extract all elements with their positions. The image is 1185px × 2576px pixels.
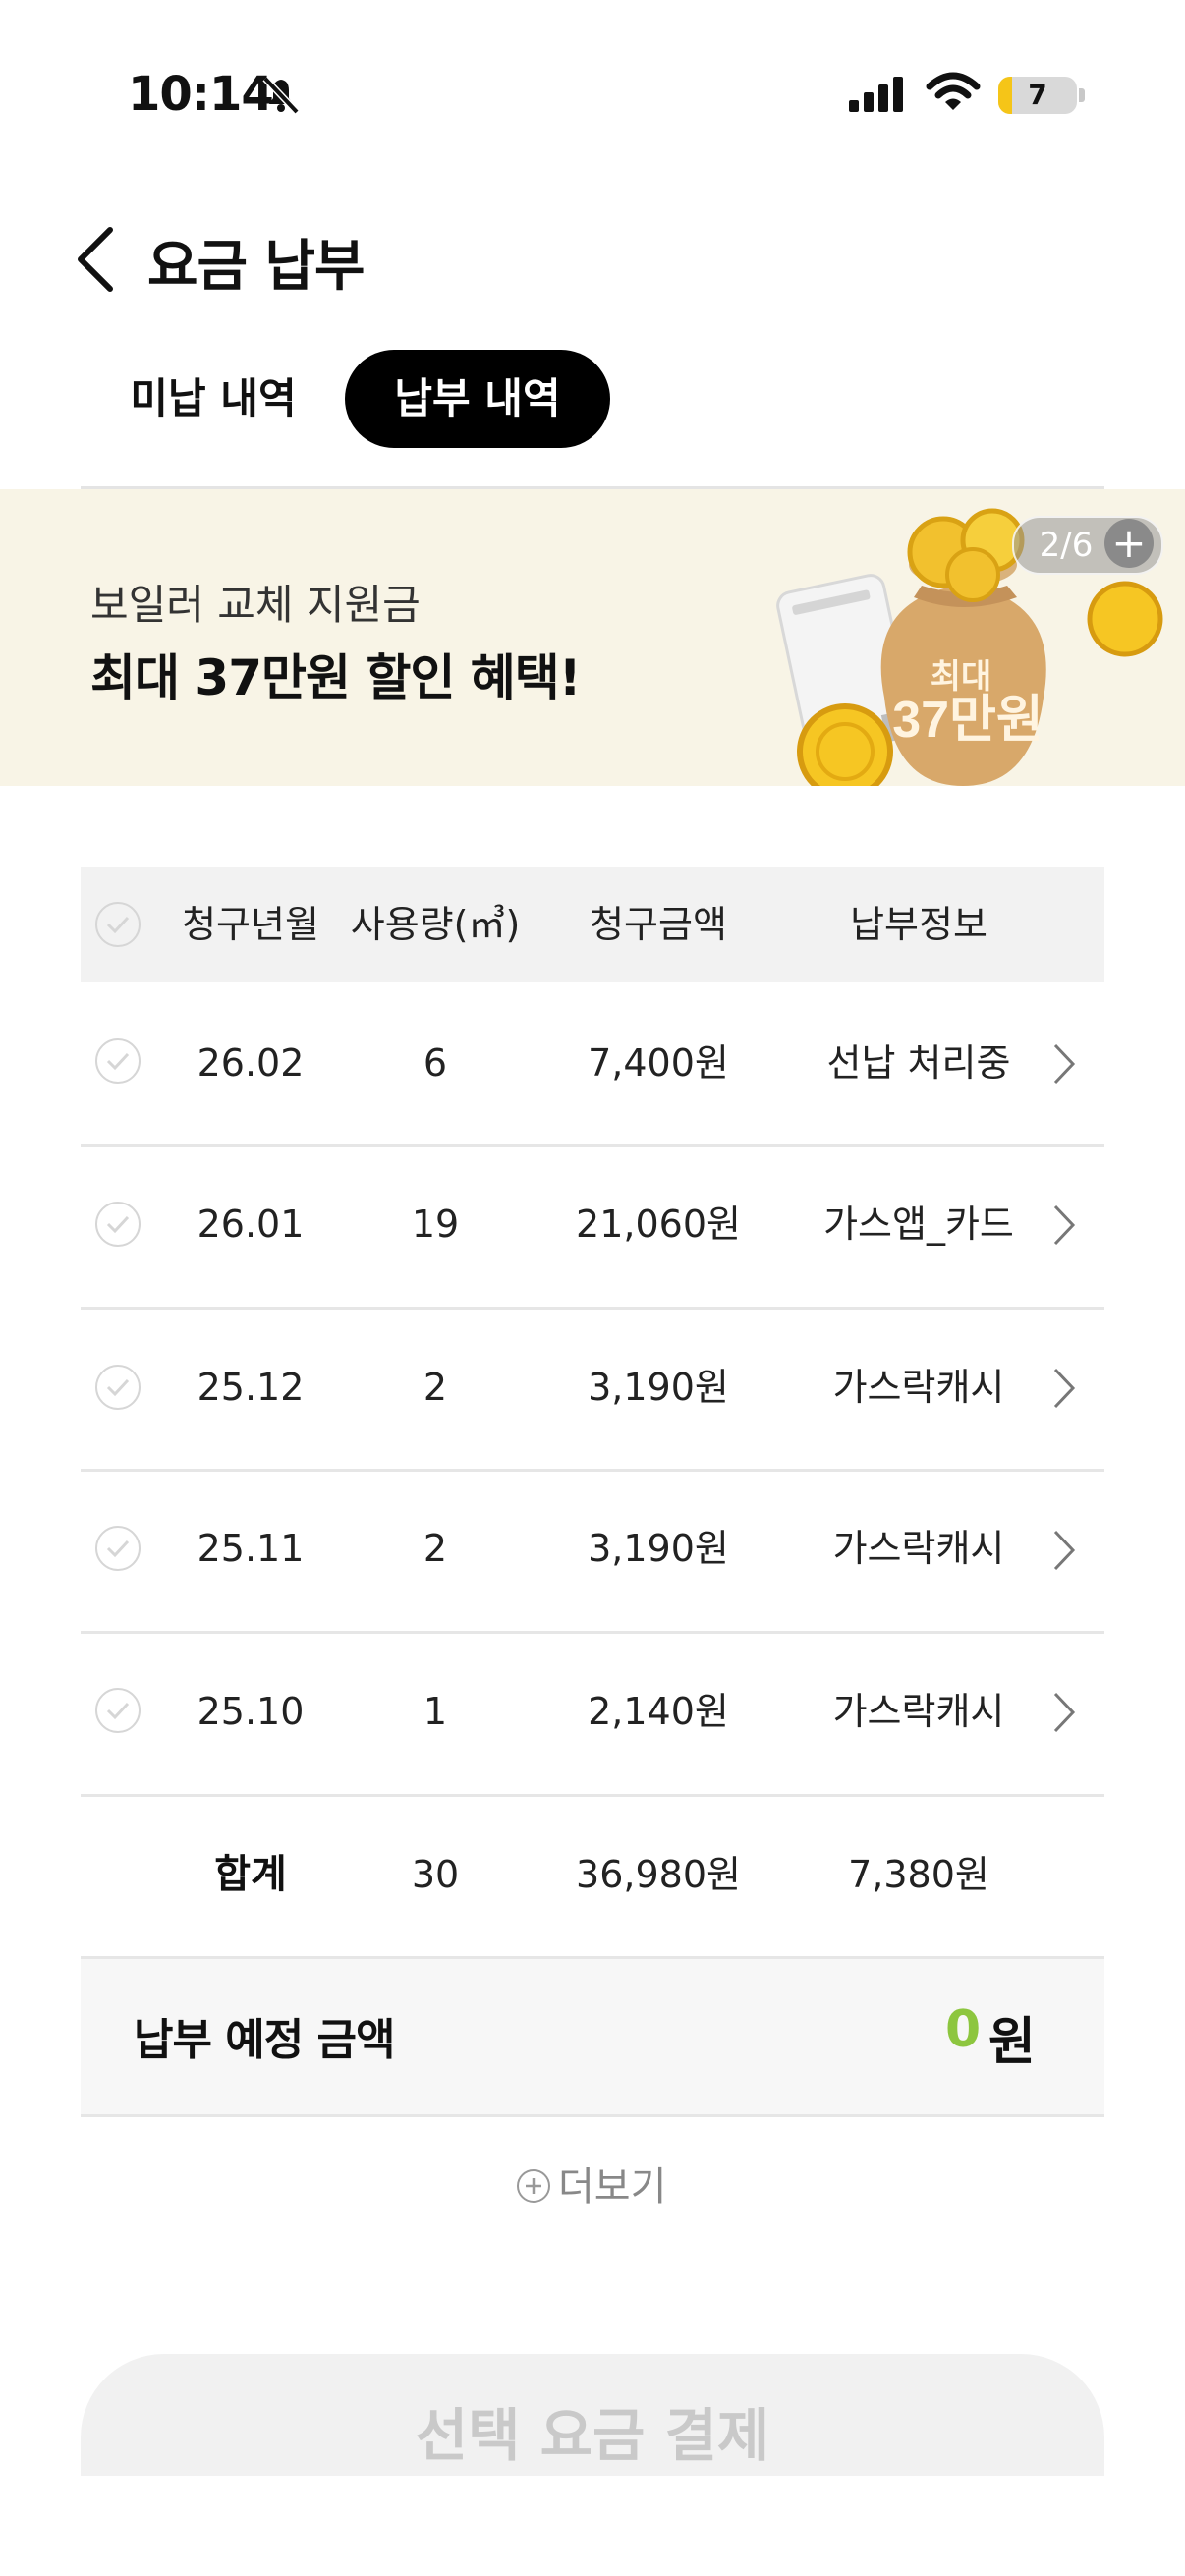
row-checkbox[interactable] — [95, 1688, 141, 1733]
tab-unpaid-history[interactable]: 미납 내역 — [110, 350, 316, 448]
scheduled-amount-unit: 원 — [988, 2013, 1036, 2072]
badge-line2: 37만원 — [892, 692, 1044, 749]
cell-amount: 21,060원 — [576, 1203, 741, 1246]
chevron-left-icon — [78, 227, 113, 292]
cell-usage: 6 — [423, 1041, 448, 1085]
check-icon — [106, 1702, 130, 1720]
more-label: 더보기 — [558, 2164, 667, 2210]
cellular-signal-icon — [847, 75, 906, 118]
banner-title: 최대 37만원 할인 혜택! — [90, 649, 582, 706]
check-icon — [106, 1378, 130, 1397]
chevron-right-icon[interactable] — [1049, 1201, 1079, 1250]
total-amount: 36,980원 — [576, 1853, 741, 1896]
banner-plus-button[interactable]: + — [1104, 519, 1154, 568]
cell-payment-info: 가스앱_카드 — [823, 1203, 1014, 1246]
check-icon — [106, 916, 130, 934]
scheduled-amount-label: 납부 예정 금액 — [134, 2015, 396, 2065]
row-checkbox[interactable] — [95, 1202, 141, 1247]
total-payment-info: 7,380원 — [848, 1853, 989, 1896]
cell-payment-info: 가스락캐시 — [832, 1690, 1005, 1733]
check-icon — [106, 1215, 130, 1234]
chevron-right-icon[interactable] — [1049, 1526, 1079, 1575]
cell-amount: 2,140원 — [588, 1690, 729, 1733]
chevron-right-icon[interactable] — [1049, 1364, 1079, 1413]
bell-muted-icon — [257, 71, 305, 118]
banner-subtitle: 보일러 교체 지원금 — [90, 581, 421, 629]
status-time: 10:14 — [128, 67, 274, 122]
cell-amount: 3,190원 — [588, 1527, 729, 1570]
cell-payment-info: 가스락캐시 — [832, 1366, 1005, 1409]
pay-selected-label: 선택 요금 결제 — [415, 2402, 770, 2469]
battery-icon: 7 — [998, 77, 1077, 114]
col-header-billing-month: 청구년월 — [182, 903, 319, 946]
cell-usage: 2 — [423, 1366, 448, 1409]
battery-percent: 7 — [1028, 79, 1047, 111]
tab-paid-history[interactable]: 납부 내역 — [345, 350, 610, 448]
cell-amount: 7,400원 — [588, 1041, 729, 1085]
chevron-right-icon[interactable] — [1049, 1688, 1079, 1737]
cell-billing-month: 25.11 — [197, 1527, 305, 1570]
page-title: 요금 납부 — [147, 235, 366, 299]
scheduled-amount-value: 0 — [945, 2000, 982, 2059]
battery-cap — [1079, 88, 1085, 102]
more-button[interactable]: 더보기 — [517, 2157, 666, 2216]
back-button[interactable] — [69, 220, 128, 299]
divider — [81, 2114, 1104, 2117]
cell-usage: 2 — [423, 1527, 448, 1570]
total-usage: 30 — [411, 1853, 460, 1896]
cell-payment-info: 선납 처리중 — [826, 1041, 1011, 1085]
row-checkbox[interactable] — [95, 1365, 141, 1410]
plus-circle-icon — [517, 2169, 550, 2203]
cell-payment-info: 가스락캐시 — [832, 1527, 1005, 1570]
col-header-payment-info: 납부정보 — [850, 903, 988, 946]
total-label: 합계 — [214, 1852, 287, 1897]
cell-amount: 3,190원 — [588, 1366, 729, 1409]
banner-page-number: 2/6 — [1039, 526, 1094, 565]
col-header-usage: 사용량(㎥) — [350, 903, 521, 946]
bottom-mask — [0, 2476, 1185, 2576]
cell-billing-month: 25.12 — [197, 1366, 305, 1409]
row-checkbox[interactable] — [95, 1038, 141, 1084]
select-all-checkbox[interactable] — [95, 902, 141, 947]
check-icon — [106, 1052, 130, 1071]
cell-billing-month: 25.10 — [197, 1690, 305, 1733]
cell-billing-month: 26.02 — [197, 1041, 305, 1085]
chevron-right-icon[interactable] — [1049, 1039, 1079, 1089]
cell-billing-month: 26.01 — [197, 1203, 305, 1246]
col-header-amount: 청구금액 — [590, 903, 727, 946]
cell-usage: 1 — [423, 1690, 448, 1733]
check-icon — [106, 1540, 130, 1558]
row-checkbox[interactable] — [95, 1526, 141, 1571]
wifi-icon — [926, 71, 981, 118]
badge-line1: 최대 — [931, 658, 992, 696]
cell-usage: 19 — [411, 1203, 460, 1246]
